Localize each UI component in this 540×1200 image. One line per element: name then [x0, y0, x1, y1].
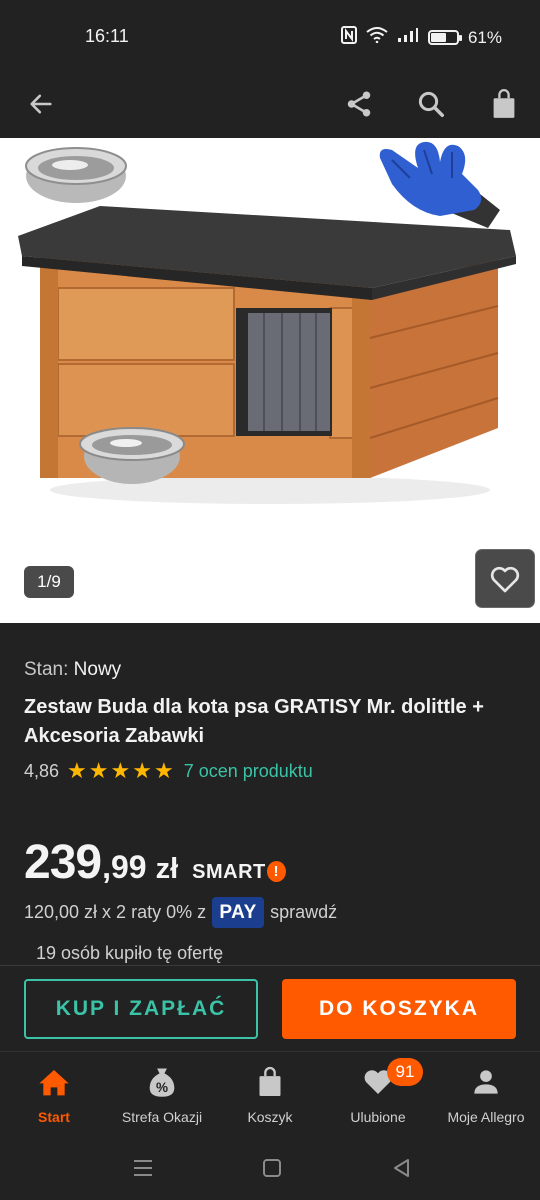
status-bar: 16:11 61%	[0, 0, 540, 70]
nav-strefa-okazji[interactable]: % Strefa Okazji	[108, 1052, 216, 1136]
cart-button[interactable]	[480, 80, 528, 128]
heart-outline-icon	[490, 566, 520, 592]
nav-ulubione[interactable]: Ulubione 91	[324, 1052, 432, 1136]
triangle-back-icon	[394, 1159, 409, 1177]
battery-level	[430, 33, 447, 42]
condition-label: Stan:	[24, 659, 69, 680]
image-counter: 1/9	[24, 566, 74, 598]
bottom-navigation: Start % Strefa Okazji Koszyk Ulubione 91…	[0, 1051, 540, 1136]
rating-stars: ★ ★ ★ ★ ★	[67, 760, 174, 782]
installments-text: 120,00 zł x 2 raty 0% z	[24, 902, 207, 922]
nav-label: Ulubione	[350, 1109, 406, 1125]
price-integer: 239	[24, 836, 102, 889]
wifi-icon	[366, 27, 388, 48]
svg-text:%: %	[156, 1080, 168, 1095]
pay-badge: PAY	[212, 897, 265, 928]
favorite-button[interactable]	[475, 549, 535, 608]
ratings-link[interactable]: 7 ocen produktu	[184, 761, 313, 782]
system-navigation-bar	[0, 1136, 540, 1200]
buy-now-button[interactable]: KUP I ZAPŁAĆ	[24, 979, 258, 1039]
nav-moje-allegro[interactable]: Moje Allegro	[432, 1052, 540, 1136]
cart-bag-icon	[256, 1066, 284, 1098]
installments: 120,00 zł x 2 raty 0% z PAY sprawdź	[24, 897, 337, 928]
nav-label: Start	[38, 1109, 70, 1125]
installments-link[interactable]: sprawdź	[270, 902, 337, 923]
share-icon	[347, 91, 371, 117]
nav-koszyk[interactable]: Koszyk	[216, 1052, 324, 1136]
bought-count: 19 osób kupiło tę ofertę	[36, 943, 224, 963]
grooming-glove-image	[379, 141, 500, 228]
product-title: Zestaw Buda dla kota psa GRATISY Mr. dol…	[24, 696, 484, 747]
battery-icon	[427, 30, 462, 45]
add-to-cart-button[interactable]: DO KOSZYKA	[282, 979, 516, 1039]
recent-apps-button[interactable]	[123, 1154, 163, 1182]
nfc-icon	[340, 26, 357, 49]
bowl-top-image	[25, 147, 127, 203]
nav-label: Koszyk	[247, 1109, 293, 1125]
discount-tag-icon: %	[148, 1066, 176, 1098]
smart-label: SMART	[192, 861, 266, 883]
back-arrow-icon	[30, 94, 52, 114]
star-icon: ★	[110, 758, 131, 783]
star-icon: ★	[67, 758, 87, 783]
battery-percent: 61%	[467, 27, 502, 47]
product-gallery[interactable]: 1/9	[0, 138, 540, 623]
condition-value: Nowy	[73, 659, 122, 680]
nav-label: Strefa Okazji	[121, 1109, 203, 1125]
star-icon: ★	[153, 758, 174, 783]
price: 239 ,99 zł SMART !	[24, 835, 286, 890]
signal-icon	[397, 27, 419, 48]
nav-start[interactable]: Start	[0, 1052, 108, 1136]
purchase-bar: KUP I ZAPŁAĆ DO KOSZYKA	[0, 965, 540, 1051]
top-toolbar	[0, 70, 540, 138]
star-icon: ★	[88, 758, 109, 783]
home-system-button[interactable]	[252, 1154, 292, 1182]
back-button[interactable]	[17, 80, 65, 128]
menu-lines-icon	[134, 1160, 152, 1176]
smart-badge[interactable]: SMART !	[192, 861, 286, 884]
smart-mark: !	[266, 861, 286, 882]
price-currency: zł	[155, 853, 179, 885]
search-button[interactable]	[407, 80, 455, 128]
nav-label: Moje Allegro	[447, 1109, 525, 1125]
rating-row: 4,86 ★ ★ ★ ★ ★ 7 ocen produktu	[24, 760, 313, 782]
status-icons: 61%	[340, 26, 502, 49]
search-icon	[418, 91, 444, 117]
star-icon: ★	[132, 758, 152, 783]
square-icon	[263, 1159, 281, 1177]
share-button[interactable]	[335, 80, 383, 128]
condition: Stan: Nowy	[24, 659, 121, 681]
shopping-bag-icon	[493, 89, 515, 118]
product-image[interactable]	[0, 138, 540, 623]
rating-value: 4,86	[24, 760, 60, 781]
user-icon	[472, 1066, 500, 1098]
status-time: 16:11	[85, 26, 129, 46]
home-icon	[38, 1066, 70, 1098]
favorites-count-badge: 91	[387, 1058, 423, 1086]
price-fraction: ,99	[102, 849, 147, 885]
product-details: Stan: Nowy Zestaw Buda dla kota psa GRAT…	[0, 623, 540, 966]
back-system-button[interactable]	[382, 1154, 422, 1182]
